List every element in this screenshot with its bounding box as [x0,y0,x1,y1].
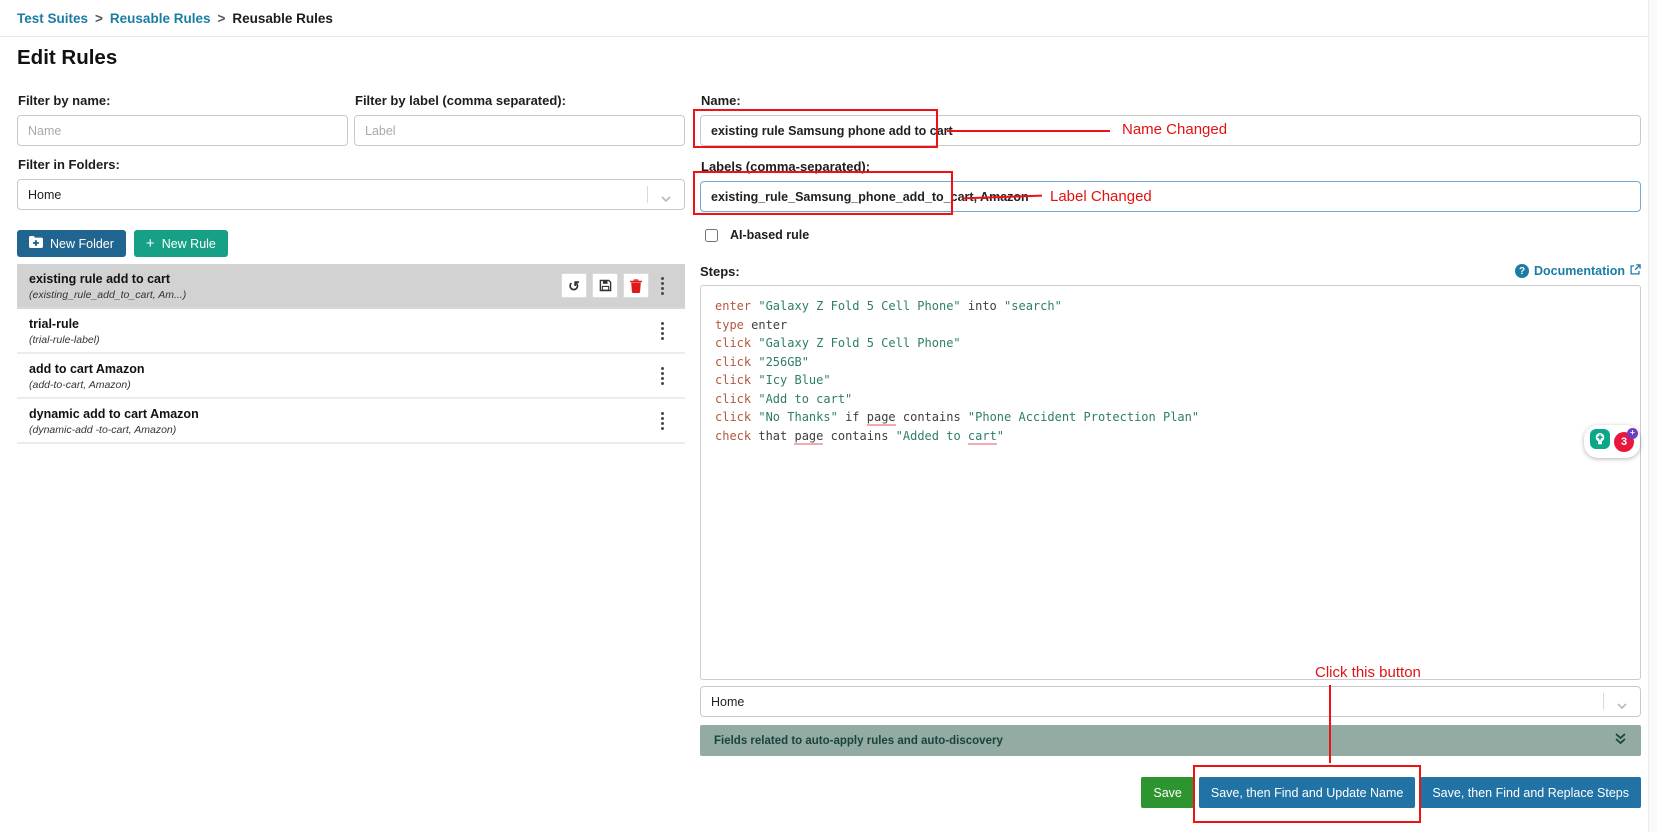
undo-icon: ↺ [568,279,580,293]
breadcrumb-reusable-rules[interactable]: Reusable Rules [110,11,211,26]
delete-rule-button[interactable] [623,273,649,298]
rule-folder-select[interactable]: Home [700,686,1641,717]
annotation-click-this-button: Click this button [1315,664,1421,681]
rule-menu-button[interactable] [653,320,671,342]
rule-menu-button[interactable] [653,410,671,432]
annotation-label-changed: Label Changed [1050,188,1152,205]
new-folder-button[interactable]: New Folder [17,230,126,257]
breadcrumb: Test Suites > Reusable Rules > Reusable … [0,0,1657,37]
rule-labels-label: Labels (comma-separated): [701,159,1641,174]
rule-editor-panel: Name: Labels (comma-separated): AI-based… [700,93,1641,808]
rule-name-label: Name: [701,93,1641,108]
chevron-down-icon [660,192,672,206]
new-folder-icon [29,236,43,251]
rule-row-actions: ↺ [561,273,649,298]
kebab-icon [661,367,664,385]
help-icon: ? [1515,264,1529,278]
rule-labels: (add-to-cart, Amazon) [29,379,673,391]
filter-by-name-input[interactable] [17,115,348,146]
extension-overlay-pill[interactable]: 3 + [1584,425,1640,458]
new-rule-label: New Rule [162,237,216,251]
page-title: Edit Rules [17,46,117,70]
breadcrumb-current: Reusable Rules [232,11,333,26]
folders-filter-select[interactable]: Home [17,179,685,210]
breadcrumb-separator: > [217,11,225,26]
edit-rules-page: Test Suites > Reusable Rules > Reusable … [0,0,1657,832]
save-find-replace-steps-button[interactable]: Save, then Find and Replace Steps [1420,777,1641,808]
breadcrumb-test-suites[interactable]: Test Suites [17,11,88,26]
rule-list-item[interactable]: existing rule add to cart(existing_rule_… [17,264,685,309]
collapse-bar-label: Fields related to auto-apply rules and a… [714,735,1003,747]
rule-folder-value: Home [711,695,744,709]
rule-name: trial-rule [29,317,673,331]
lightbulb-icon[interactable] [1590,429,1610,454]
rule-menu-button[interactable] [653,365,671,387]
save-icon [599,279,612,292]
code-line: click "No Thanks" if page contains "Phon… [715,408,1626,427]
code-line: type enter [715,316,1626,335]
rule-labels: (trial-rule-label) [29,334,673,346]
extension-count-badge[interactable]: 3 + [1614,432,1634,452]
plus-icon: + [146,236,155,251]
code-line: click "Icy Blue" [715,371,1626,390]
rules-browser-panel: Filter by name: Filter by label (comma s… [17,93,685,444]
filter-in-folders-label: Filter in Folders: [18,157,685,172]
chevron-down-icon [1616,699,1628,713]
auto-apply-collapse-bar[interactable]: Fields related to auto-apply rules and a… [700,725,1641,756]
documentation-label: Documentation [1534,264,1625,278]
rule-menu-button[interactable] [653,275,671,297]
save-find-update-name-button[interactable]: Save, then Find and Update Name [1199,777,1415,808]
rules-list: existing rule add to cart(existing_rule_… [17,264,685,444]
select-divider [647,186,648,203]
double-chevron-down-icon [1614,732,1627,750]
documentation-link[interactable]: ? Documentation [1515,264,1641,278]
annotation-click-line [1329,685,1331,763]
ai-based-rule-label: AI-based rule [730,228,809,242]
save-button[interactable]: Save [1141,777,1194,808]
badge-count: 3 [1621,436,1627,448]
code-line: click "Add to cart" [715,390,1626,409]
code-line: check that page contains "Added to cart" [715,427,1626,446]
save-rule-button[interactable] [592,273,618,298]
code-line: enter "Galaxy Z Fold 5 Cell Phone" into … [715,297,1626,316]
new-rule-button[interactable]: + New Rule [134,230,228,257]
filter-by-label-input[interactable] [354,115,685,146]
external-link-icon [1630,264,1641,278]
new-folder-label: New Folder [50,237,114,251]
annotation-name-line [947,130,1110,132]
steps-code: enter "Galaxy Z Fold 5 Cell Phone" into … [715,297,1626,445]
annotation-name-changed: Name Changed [1122,121,1227,138]
code-line: click "Galaxy Z Fold 5 Cell Phone" [715,334,1626,353]
steps-code-editor[interactable]: enter "Galaxy Z Fold 5 Cell Phone" into … [700,285,1641,680]
rule-list-item[interactable]: trial-rule (trial-rule-label) [17,309,685,354]
rule-name: dynamic add to cart Amazon [29,407,673,421]
select-divider [1603,693,1604,710]
rule-list-item[interactable]: add to cart Amazon (add-to-cart, Amazon) [17,354,685,399]
page-scrollbar[interactable] [1648,0,1657,832]
trash-icon [630,279,642,293]
code-line: click "256GB" [715,353,1626,372]
filter-by-label-label: Filter by label (comma separated): [355,93,685,108]
rule-labels-input[interactable] [700,181,1641,212]
badge-plus-icon: + [1627,428,1638,439]
ai-based-rule-checkbox[interactable] [705,229,718,242]
kebab-icon [661,412,664,430]
rule-labels: (dynamic-add -to-cart, Amazon) [29,424,673,436]
folders-filter-value: Home [28,188,61,202]
breadcrumb-separator: > [95,11,103,26]
kebab-icon [661,322,664,340]
rule-name: add to cart Amazon [29,362,673,376]
filter-by-name-label: Filter by name: [18,93,348,108]
undo-button[interactable]: ↺ [561,273,587,298]
kebab-icon [661,277,664,295]
steps-label: Steps: [700,264,740,279]
rule-list-item[interactable]: dynamic add to cart Amazon (dynamic-add -… [17,399,685,444]
